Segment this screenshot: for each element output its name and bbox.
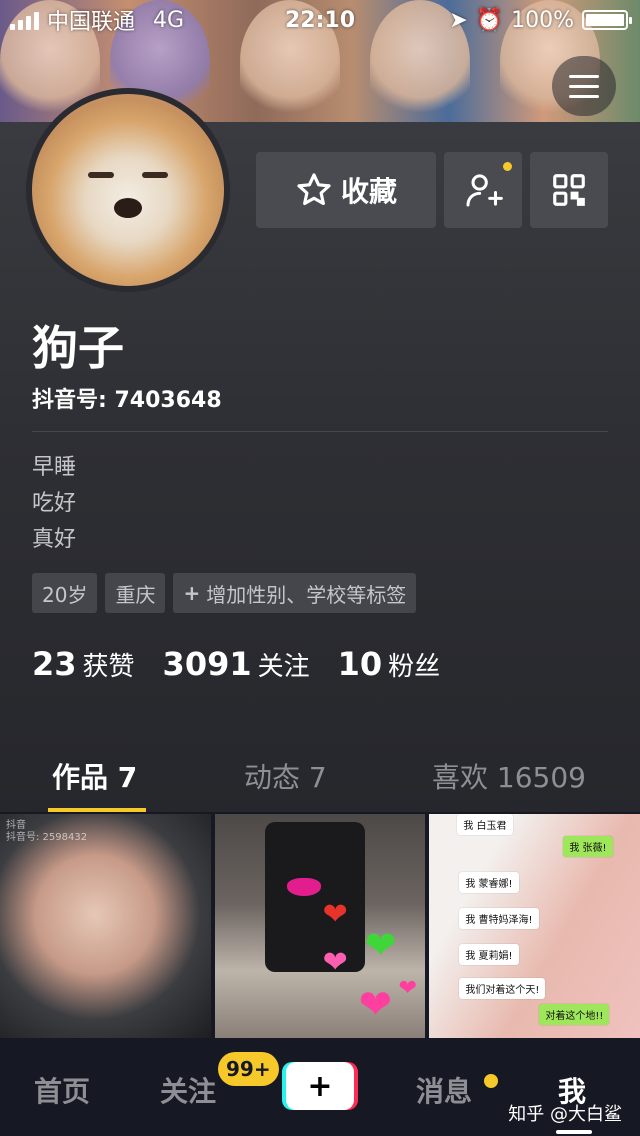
phone-image <box>264 822 365 972</box>
profile-name: 狗子 <box>32 321 124 375</box>
location-tag: 重庆 <box>105 573 166 613</box>
alarm-icon: ⏰ <box>475 7 504 33</box>
chat-bubble: 我 曹特妈泽海! <box>459 908 539 929</box>
plus-icon: + <box>183 581 201 605</box>
qr-code-button[interactable] <box>530 152 608 228</box>
chat-bubble: 我 张薇! <box>563 836 613 857</box>
heart-sticker: ❤ <box>364 923 397 967</box>
video-thumbnail[interactable]: 抖音 抖音号: 2598432 <box>0 814 211 1038</box>
clock: 22:10 <box>284 7 356 33</box>
home-indicator <box>556 1130 592 1134</box>
follow-badge: 99+ <box>218 1052 279 1086</box>
location-icon: ➤ <box>449 7 468 33</box>
nav-messages[interactable]: 消息 <box>416 1070 472 1110</box>
profile-tags: 20岁 重庆 + 增加性别、学校等标签 <box>32 573 417 613</box>
menu-button[interactable] <box>552 56 616 116</box>
favorites-button[interactable]: 收藏 <box>256 152 436 228</box>
carrier: 中国联通 <box>47 10 136 35</box>
star-icon <box>297 173 331 206</box>
plus-icon: + <box>286 1062 354 1110</box>
notification-dot <box>503 162 512 171</box>
content-tabs: 作品 7 动态 7 喜欢 16509 <box>0 738 640 814</box>
network-type: 4G <box>153 7 185 33</box>
stat-following[interactable]: 3091 关注 <box>163 645 310 683</box>
battery-percent: 100% <box>511 7 574 33</box>
profile-stats: 23 获赞 3091 关注 10 粉丝 <box>32 645 440 683</box>
favorites-label: 收藏 <box>340 175 397 208</box>
nav-home[interactable]: 首页 <box>34 1070 90 1110</box>
heart-sticker: ❤ <box>358 982 393 1028</box>
tab-activity[interactable]: 动态 7 <box>244 756 327 796</box>
video-thumbnail[interactable]: 我 白玉君 我 张薇! 我 蒙睿娜! 我 曹特妈泽海! 我 夏莉娟! 我们对着这… <box>429 814 640 1038</box>
chat-bubble: 对着这个地!! <box>539 1004 610 1025</box>
avatar[interactable] <box>26 88 230 292</box>
douyin-id[interactable]: 抖音号: 7403648 <box>32 382 222 414</box>
create-button[interactable]: + <box>282 1062 358 1110</box>
douyin-id-value: 7403648 <box>114 388 222 413</box>
add-tags-button[interactable]: + 增加性别、学校等标签 <box>173 573 417 613</box>
heart-sticker: ❤ <box>398 976 418 1001</box>
add-user-icon <box>466 174 503 207</box>
stat-followers[interactable]: 10 粉丝 <box>338 645 441 683</box>
tab-likes[interactable]: 喜欢 16509 <box>432 756 586 796</box>
chat-bubble: 我 蒙睿娜! <box>459 872 519 893</box>
chat-bubble: 我们对着这个天! <box>459 978 546 999</box>
douyin-id-label: 抖音号: <box>32 388 107 413</box>
bio-line: 吃好 <box>32 491 77 516</box>
bio: 早睡 吃好 真好 <box>32 450 76 558</box>
thumbnail-watermark: 抖音 抖音号: 2598432 <box>6 820 88 843</box>
chat-bubble: 我 白玉君 <box>457 814 513 835</box>
heart-sticker: ❤ <box>322 945 348 980</box>
bio-line: 早睡 <box>32 455 77 480</box>
status-bar: 中国联通 4G 22:10 ➤ ⏰ 100% <box>0 0 640 40</box>
heart-sticker: ❤ <box>322 897 348 932</box>
battery-icon <box>582 10 632 30</box>
zhihu-watermark: 知乎 @大白鲨 <box>508 1104 622 1125</box>
qr-code-icon <box>553 174 585 206</box>
stat-likes: 23 获赞 <box>32 645 135 683</box>
nav-follow[interactable]: 关注 <box>160 1070 216 1110</box>
video-thumbnail[interactable]: ❤ ❤ ❤ ❤ ❤ <box>214 814 426 1038</box>
tab-indicator <box>48 808 146 812</box>
signal-icon <box>10 10 39 30</box>
age-tag: 20岁 <box>32 573 98 613</box>
add-friend-button[interactable] <box>444 152 522 228</box>
bottom-nav: 首页 关注 99+ + 消息 我 知乎 @大白鲨 <box>0 1038 640 1136</box>
bio-line: 真好 <box>32 527 77 552</box>
chat-bubble: 我 夏莉娟! <box>459 944 519 965</box>
lips-sticker <box>286 878 321 896</box>
tab-works[interactable]: 作品 7 <box>52 756 137 796</box>
divider <box>32 431 608 432</box>
message-dot <box>484 1074 498 1088</box>
video-grid: 抖音 抖音号: 2598432 ❤ ❤ ❤ ❤ ❤ 我 白玉君 我 张薇! 我 … <box>0 814 640 1038</box>
